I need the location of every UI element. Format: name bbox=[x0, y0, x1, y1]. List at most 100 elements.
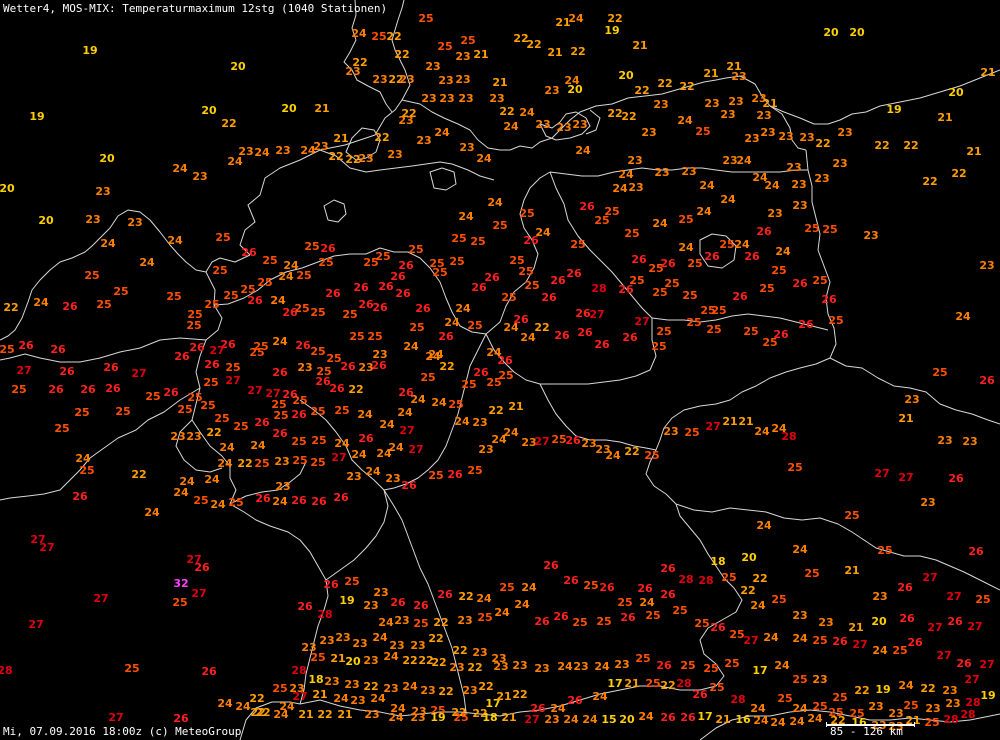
station-value: 24 bbox=[235, 700, 251, 713]
station-value: 23 bbox=[127, 216, 142, 229]
station-value: 24 bbox=[173, 486, 189, 499]
station-value: 25 bbox=[467, 319, 482, 332]
station-value: 22 bbox=[131, 468, 146, 481]
station-value: 24 bbox=[754, 425, 770, 438]
station-value: 27 bbox=[225, 374, 240, 387]
station-value: 26 bbox=[792, 277, 808, 290]
station-value: 21 bbox=[937, 111, 952, 124]
station-value: 26 bbox=[48, 383, 64, 396]
station-value: 24 bbox=[503, 120, 519, 133]
station-value: 20 bbox=[871, 615, 887, 628]
station-value: 27 bbox=[16, 364, 31, 377]
station-value: 23 bbox=[663, 425, 678, 438]
station-value: 26 bbox=[59, 365, 75, 378]
station-value: 25 bbox=[363, 256, 378, 269]
station-value: 22 bbox=[920, 682, 935, 695]
station-value: 26 bbox=[579, 200, 595, 213]
station-value: 23 bbox=[493, 660, 508, 673]
station-value: 25 bbox=[349, 330, 364, 343]
station-value: 25 bbox=[501, 291, 516, 304]
station-value: 25 bbox=[223, 289, 238, 302]
scale-tick-left bbox=[826, 722, 827, 727]
station-value: 28 bbox=[678, 573, 693, 586]
station-value: 25 bbox=[762, 336, 777, 349]
station-value: 20 bbox=[201, 104, 217, 117]
station-value: 26 bbox=[541, 291, 557, 304]
station-value: 25 bbox=[177, 403, 192, 416]
station-value: 24 bbox=[210, 498, 226, 511]
station-value: 25 bbox=[771, 264, 786, 277]
station-value: 27 bbox=[979, 658, 994, 671]
station-value: 23 bbox=[394, 614, 409, 627]
station-value: 23 bbox=[872, 590, 887, 603]
station-value: 23 bbox=[346, 470, 361, 483]
station-value: 27 bbox=[247, 384, 262, 397]
station-value: 26 bbox=[353, 281, 369, 294]
station-value: 26 bbox=[325, 287, 341, 300]
station-value: 24 bbox=[33, 296, 49, 309]
station-value: 21 bbox=[496, 690, 511, 703]
station-value: 20 bbox=[38, 214, 54, 227]
station-value: 22 bbox=[854, 684, 869, 697]
station-value: 24 bbox=[204, 473, 220, 486]
station-value: 27 bbox=[852, 638, 867, 651]
station-value: 24 bbox=[357, 408, 373, 421]
station-value: 21 bbox=[738, 415, 753, 428]
station-value: 27 bbox=[292, 690, 307, 703]
station-value: 24 bbox=[351, 27, 367, 40]
station-value: 24 bbox=[454, 415, 470, 428]
station-value: 23 bbox=[186, 430, 201, 443]
station-value: 26 bbox=[550, 274, 566, 287]
station-value: 27 bbox=[705, 420, 720, 433]
station-value: 26 bbox=[401, 479, 417, 492]
station-value: 26 bbox=[372, 301, 388, 314]
station-value: 24 bbox=[410, 393, 426, 406]
station-value: 22 bbox=[438, 685, 453, 698]
station-value: 26 bbox=[395, 287, 411, 300]
station-value: 25 bbox=[310, 405, 325, 418]
station-value: 23 bbox=[904, 393, 919, 406]
station-value: 25 bbox=[519, 207, 534, 220]
station-value: 21 bbox=[624, 677, 639, 690]
station-value: 22 bbox=[439, 360, 454, 373]
station-value: 25 bbox=[686, 316, 701, 329]
station-value: 23 bbox=[344, 678, 359, 691]
station-value: 25 bbox=[233, 420, 248, 433]
station-value: 25 bbox=[594, 214, 609, 227]
station-value: 23 bbox=[556, 121, 571, 134]
station-value: 26 bbox=[599, 581, 615, 594]
station-value: 26 bbox=[680, 711, 696, 724]
station-value: 25 bbox=[695, 125, 710, 138]
station-value: 23 bbox=[863, 229, 878, 242]
station-value: 23 bbox=[439, 92, 454, 105]
station-value: 22 bbox=[402, 654, 417, 667]
station-value: 22 bbox=[951, 167, 966, 180]
station-value: 25 bbox=[572, 616, 587, 629]
station-value: 20 bbox=[823, 26, 839, 39]
station-value: 24 bbox=[402, 680, 418, 693]
station-value: 27 bbox=[534, 435, 549, 448]
station-value: 22 bbox=[386, 30, 401, 43]
station-value: 27 bbox=[874, 467, 889, 480]
station-value: 22 bbox=[499, 105, 514, 118]
station-value: 25 bbox=[334, 404, 349, 417]
station-value: 26 bbox=[329, 382, 345, 395]
station-value: 25 bbox=[570, 238, 585, 251]
station-value: 25 bbox=[166, 290, 181, 303]
station-value: 27 bbox=[936, 649, 951, 662]
station-value: 28 bbox=[591, 282, 606, 295]
station-value: 20 bbox=[99, 152, 115, 165]
station-value: 22 bbox=[374, 131, 389, 144]
station-value: 21 bbox=[898, 412, 913, 425]
station-value: 23 bbox=[95, 185, 110, 198]
station-value: 27 bbox=[589, 308, 604, 321]
station-value: 23 bbox=[472, 646, 487, 659]
station-value: 26 bbox=[194, 561, 210, 574]
station-value: 25 bbox=[437, 40, 452, 53]
station-value: 21 bbox=[722, 415, 737, 428]
station-value: 21 bbox=[492, 76, 507, 89]
station-value: 23 bbox=[335, 631, 350, 644]
station-value: 23 bbox=[731, 70, 746, 83]
station-value: 22 bbox=[348, 383, 363, 396]
station-value: 26 bbox=[371, 359, 387, 372]
